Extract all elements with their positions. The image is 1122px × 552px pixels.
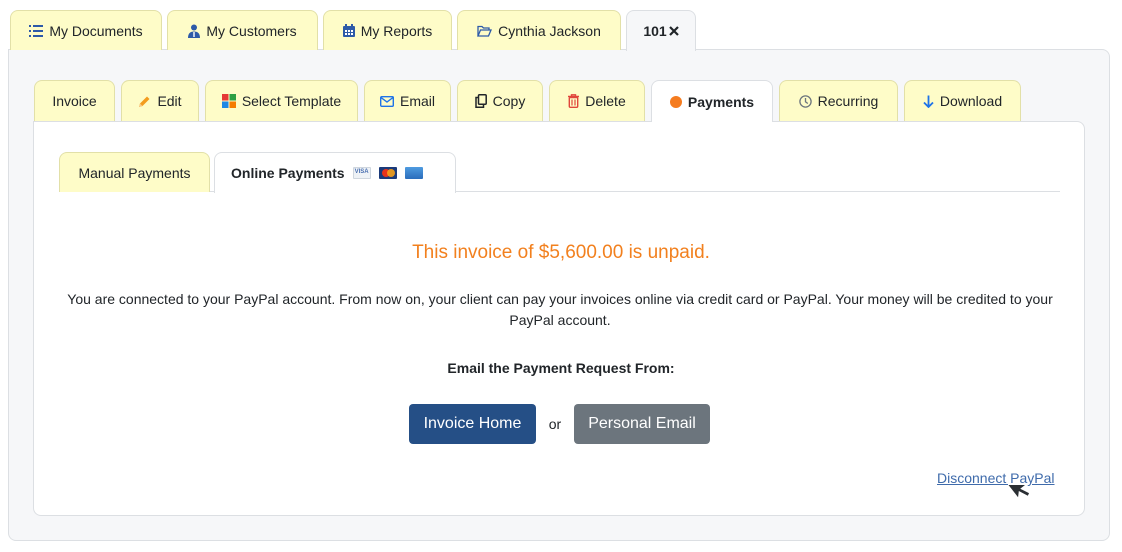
user-tie-icon: [188, 24, 201, 38]
tab-label: Email: [399, 93, 435, 109]
tab-payments[interactable]: Payments: [651, 80, 773, 122]
template-grid-icon: [221, 94, 236, 108]
folder-open-icon: [477, 25, 493, 37]
tab-label: Download: [939, 93, 1003, 109]
tab-label: Invoice: [52, 93, 97, 109]
top-tab-bar: My Documents My Customers My Reports Cyn…: [10, 10, 696, 51]
close-icon[interactable]: [668, 26, 679, 36]
invoice-action-tabs: Invoice Edit Select Template Email Copy …: [34, 80, 1021, 122]
clock-icon: [798, 94, 812, 108]
tab-email[interactable]: Email: [364, 80, 451, 121]
tab-label: Manual Payments: [78, 164, 191, 181]
email-from-label: Email the Payment Request From:: [447, 360, 675, 376]
tab-label: My Customers: [206, 22, 297, 39]
tab-label: Online Payments: [231, 165, 345, 181]
tab-copy[interactable]: Copy: [457, 80, 543, 121]
or-label: or: [548, 416, 562, 432]
tab-label: Recurring: [817, 93, 879, 109]
tab-my-reports[interactable]: My Reports: [323, 10, 452, 50]
tab-label: 101: [643, 23, 667, 39]
mastercard-icon: [378, 167, 397, 179]
invoice-home-button[interactable]: Invoice Home: [409, 404, 536, 444]
tab-online-payments[interactable]: Online Payments: [214, 152, 456, 193]
tab-invoice[interactable]: Invoice: [34, 80, 115, 121]
tab-recurring[interactable]: Recurring: [779, 80, 898, 121]
tab-label: Select Template: [241, 93, 342, 109]
payment-method-tabs: Manual Payments Online Payments: [59, 152, 456, 193]
status-dot-icon: [669, 95, 682, 108]
tab-delete[interactable]: Delete: [549, 80, 645, 121]
tab-download[interactable]: Download: [904, 80, 1021, 121]
unpaid-status-message: This invoice of $5,600.00 is unpaid.: [412, 242, 710, 263]
mouse-cursor-icon: [1008, 483, 1032, 502]
calendar-icon: [342, 24, 355, 37]
tab-my-documents[interactable]: My Documents: [10, 10, 162, 50]
arrow-down-icon: [923, 95, 934, 108]
tab-manual-payments[interactable]: Manual Payments: [59, 152, 210, 192]
copy-icon: [474, 94, 487, 108]
tab-cynthia-jackson[interactable]: Cynthia Jackson: [457, 10, 621, 50]
visa-icon: [352, 167, 371, 179]
tab-label: My Documents: [49, 22, 143, 39]
paypal-connected-description: You are connected to your PayPal account…: [67, 291, 1053, 328]
personal-email-button[interactable]: Personal Email: [574, 404, 710, 444]
trash-icon: [568, 94, 580, 108]
email-source-buttons: Invoice Home or Personal Email: [409, 404, 710, 444]
amex-icon: [404, 167, 423, 179]
envelope-icon: [379, 95, 394, 107]
tab-label: Edit: [157, 93, 182, 109]
tab-select-template[interactable]: Select Template: [205, 80, 358, 121]
tab-edit[interactable]: Edit: [121, 80, 199, 121]
tab-label: My Reports: [360, 22, 433, 39]
tab-label: Payments: [687, 93, 755, 110]
tab-invoice-101[interactable]: 101: [626, 10, 696, 51]
tab-my-customers[interactable]: My Customers: [167, 10, 318, 50]
tab-label: Cynthia Jackson: [498, 22, 601, 39]
list-icon: [29, 24, 44, 37]
pencil-icon: [138, 95, 151, 108]
tab-label: Delete: [585, 93, 626, 109]
tab-label: Copy: [492, 93, 526, 109]
